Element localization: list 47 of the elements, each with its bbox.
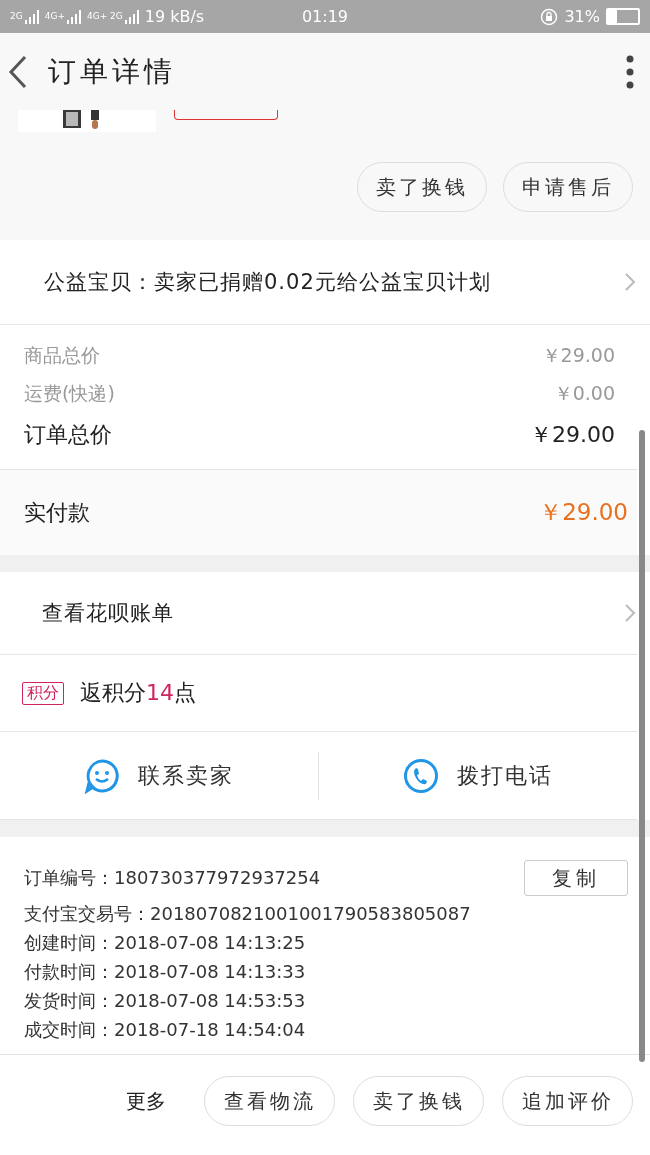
network-label: 4G+ bbox=[44, 12, 65, 21]
chevron-right-icon bbox=[624, 272, 636, 292]
copy-button[interactable]: 复制 bbox=[524, 860, 628, 896]
action-button[interactable]: 追加评价 bbox=[502, 1076, 633, 1126]
clock: 01:19 bbox=[301, 7, 349, 26]
network-label: 4G+ 2G bbox=[86, 12, 123, 21]
order-info-text: 成交时间：2018-07-18 14:54:04 bbox=[24, 1017, 306, 1042]
price-value: ￥29.00 bbox=[530, 421, 615, 449]
huabei-row[interactable]: 查看花呗账单 bbox=[0, 572, 637, 655]
network-label: 2G bbox=[10, 12, 23, 21]
paid-label: 实付款 bbox=[24, 498, 90, 527]
price-value: ￥29.00 bbox=[541, 343, 615, 368]
points-text: 返积分14点 bbox=[80, 679, 196, 707]
points-badge: 积分 bbox=[22, 681, 64, 705]
chevron-right-icon bbox=[624, 603, 636, 623]
battery-percent: 31% bbox=[564, 7, 600, 26]
page-title: 订单详情 bbox=[48, 53, 177, 90]
phone-icon bbox=[403, 757, 439, 794]
paid-amount: ￥29.00 bbox=[539, 498, 628, 527]
charity-text: 公益宝贝：卖家已捐赠0.02元给公益宝贝计划 bbox=[44, 269, 491, 296]
order-info-text: 付款时间：2018-07-08 14:13:33 bbox=[24, 959, 306, 984]
signal-icon bbox=[66, 9, 81, 24]
price-label: 商品总价 bbox=[24, 343, 100, 368]
signal-icon bbox=[124, 9, 139, 24]
huabei-text: 查看花呗账单 bbox=[42, 600, 174, 627]
price-label: 订单总价 bbox=[24, 421, 112, 449]
signal-icon bbox=[24, 9, 39, 24]
order-info-text: 订单编号：180730377972937254 bbox=[24, 866, 321, 890]
more-options-icon[interactable] bbox=[626, 54, 634, 89]
action-button[interactable]: 卖了换钱 bbox=[353, 1076, 484, 1126]
order-info-text: 创建时间：2018-07-08 14:13:25 bbox=[24, 930, 306, 955]
contact-button[interactable]: 拨打电话 bbox=[319, 745, 637, 806]
price-value: ￥0.00 bbox=[553, 381, 615, 406]
battery-icon bbox=[606, 8, 640, 25]
back-icon[interactable] bbox=[8, 54, 28, 89]
action-button[interactable]: 申请售后 bbox=[503, 162, 633, 212]
order-info-text: 支付宝交易号：2018070821001001790583805087 bbox=[24, 901, 471, 926]
rotation-lock-icon bbox=[540, 7, 559, 26]
price-label: 运费(快递) bbox=[24, 381, 115, 406]
action-button[interactable]: 卖了换钱 bbox=[357, 162, 487, 212]
chat-icon bbox=[84, 757, 120, 794]
more-link[interactable]: 更多 bbox=[126, 1087, 166, 1115]
network-speed: 19 kB/s bbox=[144, 7, 205, 26]
charity-row[interactable]: 公益宝贝：卖家已捐赠0.02元给公益宝贝计划 bbox=[0, 240, 650, 325]
order-info-text: 发货时间：2018-07-08 14:53:53 bbox=[24, 988, 306, 1013]
action-button[interactable]: 查看物流 bbox=[204, 1076, 335, 1126]
contact-button[interactable]: 联系卖家 bbox=[0, 745, 318, 806]
